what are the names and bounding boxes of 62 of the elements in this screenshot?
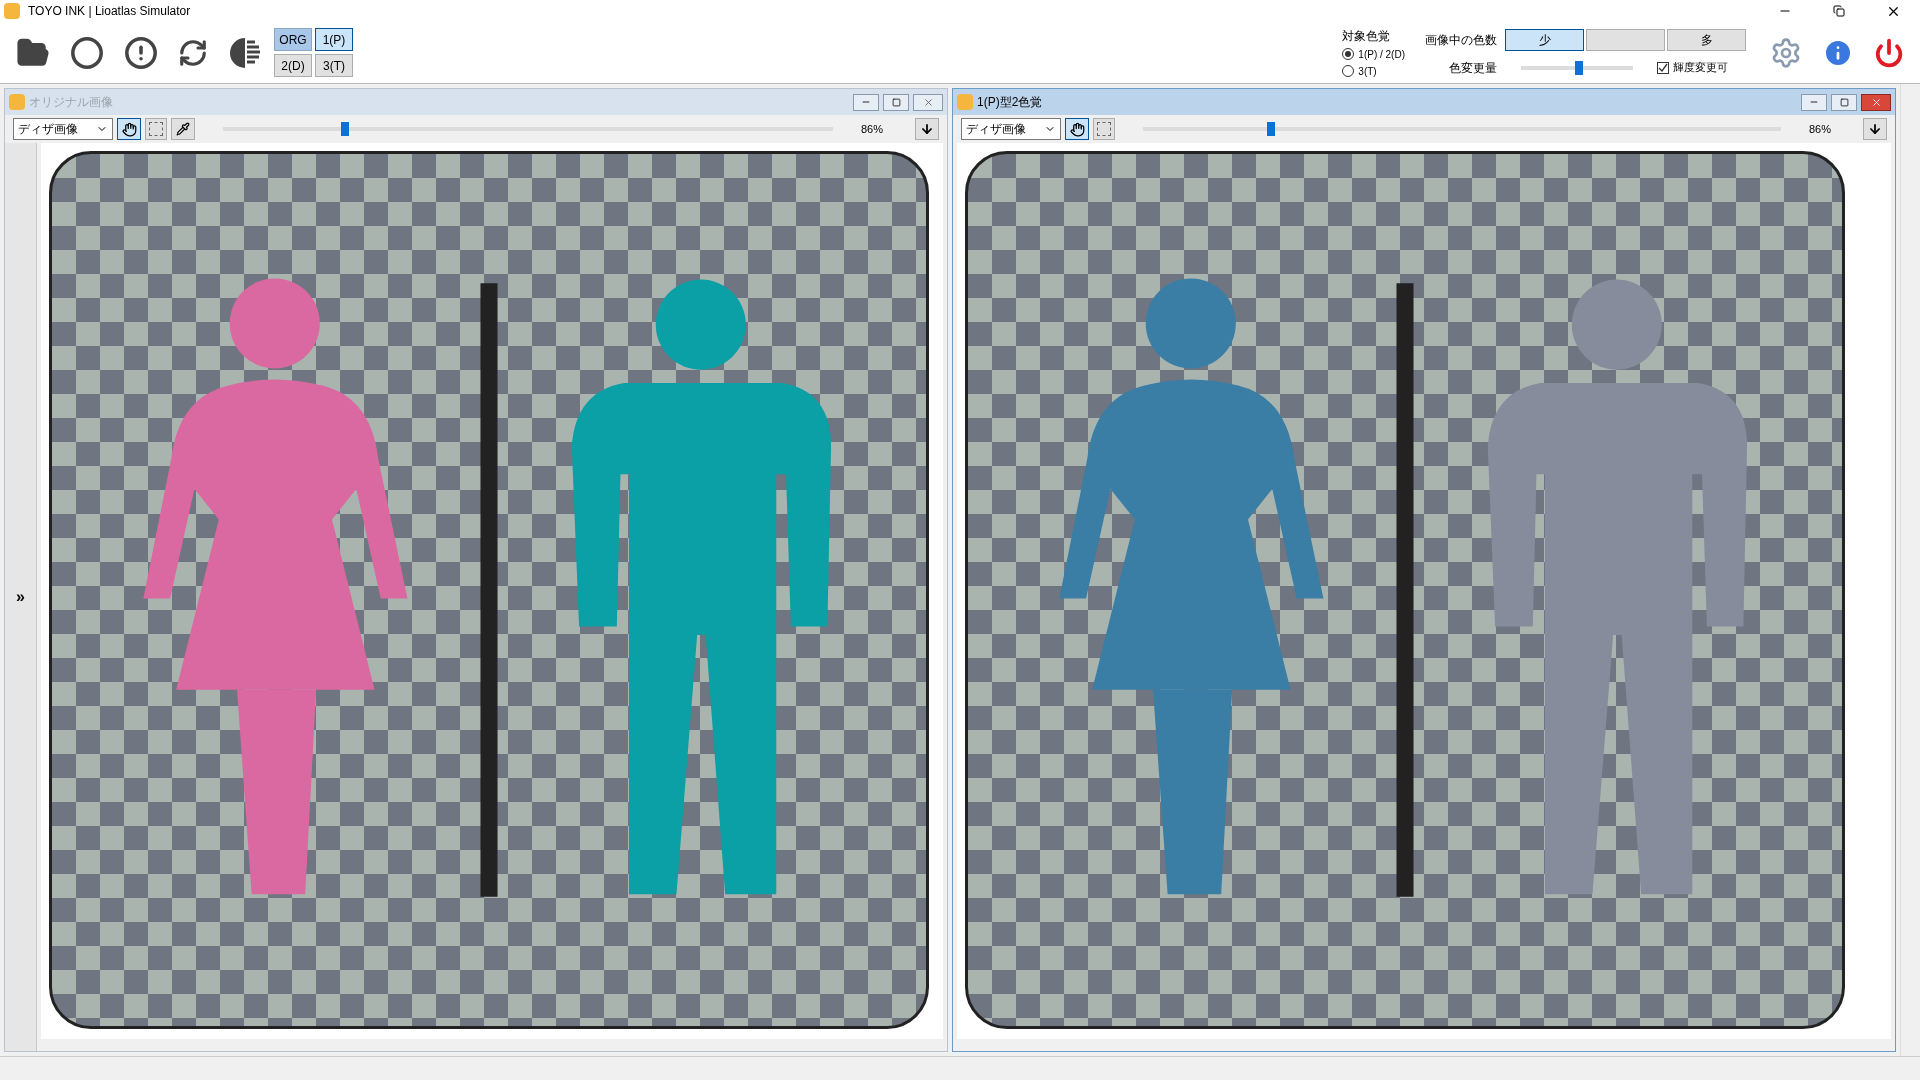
vision-target-label: 対象色覚 xyxy=(1342,27,1392,45)
minimize-button[interactable] xyxy=(1801,93,1827,111)
mode-button[interactable]: 3(T) xyxy=(315,54,353,77)
slider-thumb[interactable] xyxy=(1575,60,1584,75)
settings-icon[interactable] xyxy=(1770,36,1802,69)
alert-icon[interactable] xyxy=(124,35,158,70)
window-title: TOYO INK | Lioatlas Simulator xyxy=(28,3,191,20)
window-title: 1(P)型2色覚 xyxy=(977,94,1043,111)
pie-chart-icon[interactable] xyxy=(228,35,262,70)
arrow-down-icon xyxy=(1868,122,1882,136)
hand-icon xyxy=(121,121,137,137)
slider-thumb[interactable] xyxy=(341,122,349,136)
expand-toggle[interactable]: » xyxy=(16,585,25,609)
hand-icon xyxy=(1069,121,1085,137)
app-logo-icon xyxy=(9,94,25,110)
restore-icon xyxy=(891,97,901,107)
close-button[interactable] xyxy=(1861,93,1891,111)
restore-button[interactable] xyxy=(1831,93,1857,111)
hand-tool-button[interactable] xyxy=(117,118,141,140)
color-count-label: 画像中の色数 xyxy=(1424,31,1497,49)
color-change-slider[interactable] xyxy=(1521,60,1633,75)
eyedropper-button[interactable] xyxy=(171,118,195,140)
circle-icon[interactable] xyxy=(70,35,104,70)
slider-thumb[interactable] xyxy=(1266,122,1275,136)
dashed-square-icon xyxy=(149,122,163,136)
minimize-button[interactable] xyxy=(853,93,879,111)
power-icon[interactable] xyxy=(1874,37,1904,68)
color-change-label: 色変更量 xyxy=(1448,59,1497,77)
export-button[interactable] xyxy=(915,118,939,140)
hand-tool-button[interactable] xyxy=(1065,118,1089,140)
brightness-checkbox[interactable]: 輝度変更可 xyxy=(1657,59,1728,76)
radio-option[interactable]: 3(T) xyxy=(1342,63,1405,79)
restore-button[interactable] xyxy=(883,93,909,111)
color-count-button[interactable] xyxy=(1586,28,1665,51)
mode-button[interactable]: 2(D) xyxy=(274,54,312,77)
dropdown-value: ディザ画像 xyxy=(18,121,78,138)
color-count-button[interactable]: 少 xyxy=(1505,28,1584,51)
close-icon xyxy=(1870,96,1882,108)
eyedropper-icon xyxy=(176,122,190,136)
color-count-button[interactable]: 多 xyxy=(1667,28,1746,51)
close-icon xyxy=(922,96,934,108)
selection-tool-button[interactable] xyxy=(1093,118,1115,140)
mode-button[interactable]: 1(P) xyxy=(315,28,353,51)
selection-tool-button[interactable] xyxy=(145,118,167,140)
view-mode-dropdown[interactable]: ディザ画像 xyxy=(13,118,113,140)
dashed-square-icon xyxy=(1097,122,1111,136)
restore-icon xyxy=(1833,5,1845,17)
zoom-reading: 86% xyxy=(1809,121,1833,137)
export-button[interactable] xyxy=(1863,118,1887,140)
app-logo-icon xyxy=(4,3,20,19)
checkmark-icon xyxy=(1658,62,1668,73)
restore-icon xyxy=(1839,97,1849,107)
dropdown-value: ディザ画像 xyxy=(966,121,1026,138)
zoom-slider[interactable] xyxy=(1143,122,1781,136)
mode-button[interactable]: ORG xyxy=(274,28,312,51)
zoom-reading: 86% xyxy=(861,121,885,137)
window-title: オリジナル画像 xyxy=(29,94,113,111)
app-logo-icon xyxy=(957,94,973,110)
refresh-icon[interactable] xyxy=(178,37,208,68)
zoom-slider[interactable] xyxy=(223,122,833,136)
view-mode-dropdown[interactable]: ディザ画像 xyxy=(961,118,1061,140)
radio-option[interactable]: 1(P) / 2(D) xyxy=(1342,46,1405,62)
